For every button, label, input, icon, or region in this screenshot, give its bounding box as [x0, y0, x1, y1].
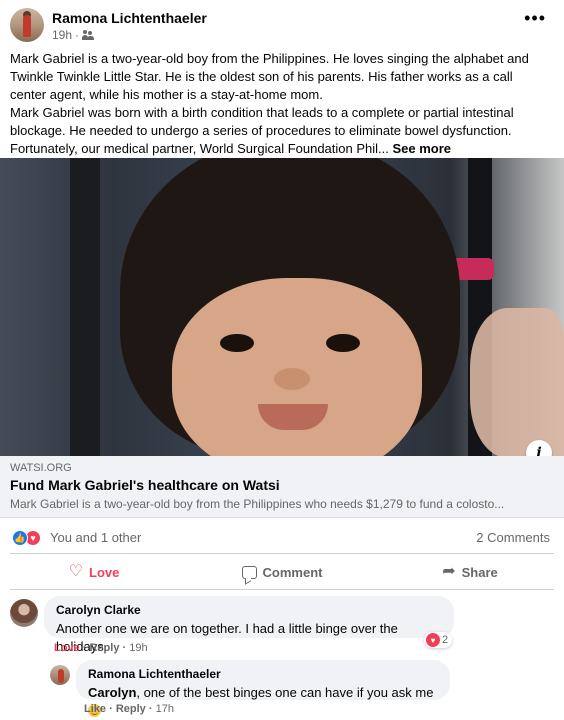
- child-eye-right: [326, 334, 360, 352]
- love-button-label: Love: [89, 564, 120, 580]
- reply-author-avatar[interactable]: [50, 665, 70, 685]
- link-preview-image[interactable]: [0, 158, 564, 456]
- author-name[interactable]: Ramona Lichtenthaeler: [52, 10, 207, 26]
- action-separator: ·: [148, 703, 156, 715]
- divider: [10, 553, 554, 554]
- action-separator: ·: [109, 703, 116, 715]
- stroller-frame-left: [70, 158, 100, 456]
- comment-time[interactable]: 19h: [129, 642, 147, 654]
- reactions-summary: 👍 ♥ You and 1 other 2 Comments: [0, 522, 564, 552]
- more-options-button[interactable]: •••: [524, 9, 546, 27]
- child-eye-left: [220, 334, 254, 352]
- post-actions: ♡ Love Comment ➦ Share: [0, 556, 564, 588]
- reply-bubble: Ramona Lichtenthaeler Carolyn, one of th…: [76, 660, 450, 717]
- comment-reaction-badge[interactable]: ♥ 2: [424, 632, 453, 648]
- heart-icon: ♡: [68, 563, 83, 580]
- post-paragraph-2: Mark Gabriel was born with a birth condi…: [10, 104, 550, 158]
- reaction-count-text[interactable]: You and 1 other: [50, 530, 141, 545]
- love-button[interactable]: ♡ Love: [0, 556, 188, 588]
- post-header: Ramona Lichtenthaeler 19h · •••: [0, 0, 564, 48]
- post-paragraph-1: Mark Gabriel is a two-year-old boy from …: [10, 51, 529, 102]
- see-more-link[interactable]: See more: [393, 141, 452, 156]
- link-domain: WATSI.ORG: [10, 462, 72, 474]
- comment-icon: [241, 565, 257, 579]
- share-icon: ➦: [442, 563, 456, 580]
- blurred-hand: [470, 308, 564, 456]
- commenter-name[interactable]: Carolyn Clarke: [56, 603, 442, 617]
- reply-body: , one of the best binges one can have if…: [136, 685, 434, 700]
- child-nose: [274, 368, 310, 390]
- comment-button-label: Comment: [262, 564, 323, 580]
- reply-reply-link[interactable]: Reply: [116, 703, 146, 715]
- comments-count[interactable]: 2 Comments: [476, 530, 550, 545]
- comment-love-link[interactable]: Love: [54, 642, 80, 654]
- post-body: Mark Gabriel is a two-year-old boy from …: [10, 50, 550, 158]
- friends-icon[interactable]: [82, 30, 95, 40]
- divider: [10, 589, 554, 590]
- comment-reply-link[interactable]: Reply: [89, 642, 119, 654]
- share-button-label: Share: [461, 564, 498, 580]
- reply-author-name[interactable]: Ramona Lichtenthaeler: [88, 667, 438, 681]
- comment-actions: Love · Reply · 19h: [54, 642, 148, 654]
- reply-actions: Like · Reply · 17h: [84, 703, 174, 715]
- reply-time[interactable]: 17h: [156, 703, 174, 715]
- link-title[interactable]: Fund Mark Gabriel's healthcare on Watsi: [10, 477, 280, 493]
- avatar-figure-body: [23, 15, 31, 37]
- reaction-icons[interactable]: 👍 ♥: [12, 530, 46, 546]
- comment-bubble: Carolyn Clarke Another one we are on tog…: [44, 596, 454, 654]
- author-avatar[interactable]: [10, 8, 44, 42]
- link-preview-card[interactable]: WATSI.ORG Fund Mark Gabriel's healthcare…: [0, 456, 564, 518]
- comment-button[interactable]: Comment: [188, 556, 376, 588]
- reply-like-link[interactable]: Like: [84, 703, 106, 715]
- meta-separator: ·: [75, 28, 80, 42]
- post-time[interactable]: 19h: [52, 28, 72, 42]
- love-icon: ♥: [426, 633, 440, 647]
- reply-mention[interactable]: Carolyn: [88, 685, 136, 700]
- commenter-avatar[interactable]: [10, 599, 38, 627]
- share-button[interactable]: ➦ Share: [376, 556, 564, 588]
- like-icon: 👍: [12, 530, 28, 546]
- comment-reaction-count: 2: [442, 634, 449, 646]
- link-description: Mark Gabriel is a two-year-old boy from …: [10, 497, 505, 511]
- post-meta: 19h ·: [52, 28, 95, 42]
